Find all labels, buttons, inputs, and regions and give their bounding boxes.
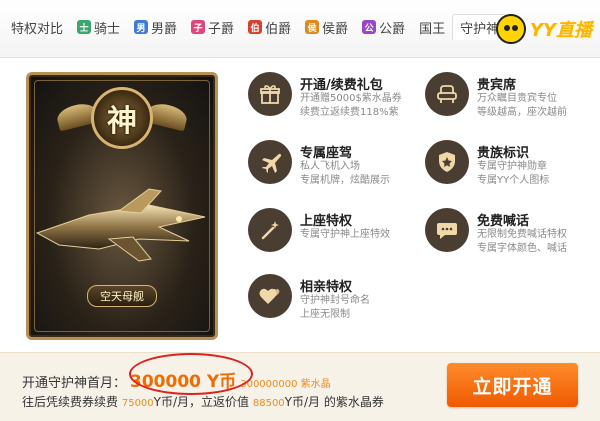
tab-list: 特权对比 士骑士 男男爵 子子爵 伯伯爵 侯侯爵 公公爵 国王 守护神 bbox=[4, 14, 508, 40]
hearts-icon bbox=[248, 274, 292, 318]
feature-desc: 上座无限制 bbox=[300, 309, 350, 320]
tab-label: 骑士 bbox=[94, 21, 121, 37]
tab-label: 守护神 bbox=[460, 22, 500, 37]
feature-free-shout: 免费喊话 无限制免费喊话特权 专属字体颜色、喊话 bbox=[425, 208, 600, 268]
renew-suffix: Y币/月 的紫水晶券 bbox=[284, 395, 384, 409]
armchair-icon bbox=[425, 72, 469, 116]
feature-desc: 专属守护神勋章 bbox=[477, 161, 547, 172]
feature-desc: 专属YY个人图标 bbox=[477, 175, 550, 186]
crystal-amount: 300000000 紫水晶 bbox=[240, 379, 331, 390]
feature-exclusive-vehicle: 专属座驾 私人飞机入场 专属机牌，炫酷展示 bbox=[248, 140, 423, 200]
tab-marquis[interactable]: 侯侯爵 bbox=[298, 14, 355, 40]
feature-seat-privilege: 上座特权 专属守护神上座特效 bbox=[248, 208, 423, 268]
tab-baron[interactable]: 男男爵 bbox=[127, 14, 184, 40]
shield-icon bbox=[425, 140, 469, 184]
gift-icon bbox=[248, 72, 292, 116]
renew-price: 75000 bbox=[121, 398, 154, 409]
feature-gift-pack: 开通/续费礼包 开通赠5000$紫水晶券 续费立返续费118%紫 bbox=[248, 72, 423, 132]
magic-wand-icon bbox=[248, 208, 292, 252]
feature-desc: 万众瞩目贵宾专位 bbox=[477, 93, 557, 104]
feature-title: 专属座驾 bbox=[300, 146, 353, 161]
renewal-info: 往后凭续费券续费 75000Y币/月，立返价值 88500Y币/月 的紫水晶券 bbox=[22, 393, 384, 410]
duke-badge-icon: 公 bbox=[362, 20, 377, 34]
tab-label: 国王 bbox=[419, 21, 446, 37]
feature-desc: 私人飞机入场 bbox=[300, 161, 360, 172]
feature-desc: 专属守护神上座特效 bbox=[300, 229, 390, 240]
earl-badge-icon: 伯 bbox=[248, 20, 263, 34]
feature-title: 免费喊话 bbox=[477, 214, 530, 229]
yy-logo-text: YY直播 bbox=[529, 20, 592, 41]
red-circle-annotation bbox=[129, 353, 253, 395]
tab-king[interactable]: 国王 bbox=[412, 14, 452, 40]
open-now-button[interactable]: 立即开通 bbox=[447, 363, 578, 407]
tab-label: 特权对比 bbox=[11, 21, 64, 37]
tab-label: 公爵 bbox=[379, 21, 406, 37]
feature-desc: 专属机牌，炫酷展示 bbox=[300, 175, 390, 186]
ship-name-label: 空天母舰 bbox=[87, 285, 157, 307]
tab-duke[interactable]: 公公爵 bbox=[355, 14, 412, 40]
feature-title: 贵族标识 bbox=[477, 146, 530, 161]
tab-label: 伯爵 bbox=[265, 21, 292, 37]
first-month-label: 开通守护神首月： bbox=[22, 376, 127, 391]
emblem-char: 神 bbox=[107, 104, 137, 139]
purchase-bar: 开通守护神首月： 300000 Y币 300000000 紫水晶 往后凭续费券续… bbox=[0, 352, 600, 421]
chat-bubble-icon bbox=[425, 208, 469, 252]
tab-compare[interactable]: 特权对比 bbox=[4, 14, 70, 40]
renew-mid: Y币/月，立返价值 bbox=[153, 395, 250, 409]
renew-value: 88500 bbox=[252, 398, 285, 409]
renew-prefix: 往后凭续费券续费 bbox=[22, 395, 119, 409]
feature-title: 贵宾席 bbox=[477, 78, 517, 93]
baron-badge-icon: 男 bbox=[134, 20, 149, 34]
feature-desc: 续费立返续费118%紫 bbox=[300, 107, 399, 118]
tab-knight[interactable]: 士骑士 bbox=[70, 14, 127, 40]
tab-label: 男爵 bbox=[151, 21, 178, 37]
yy-logo: YY直播 bbox=[495, 14, 592, 44]
tab-bar: 特权对比 士骑士 男男爵 子子爵 伯伯爵 侯侯爵 公公爵 国王 守护神 YY直播 bbox=[0, 0, 600, 58]
guardian-card: 神 空天母舰 bbox=[26, 72, 218, 340]
yy-mascot-icon bbox=[495, 14, 526, 44]
feature-noble-badge: 贵族标识 专属守护神勋章 专属YY个人图标 bbox=[425, 140, 600, 200]
feature-desc: 无限制免费喊话特权 bbox=[477, 229, 567, 240]
spaceship-icon bbox=[35, 188, 206, 262]
feature-desc: 专属字体颜色、喊话 bbox=[477, 243, 567, 254]
tab-label: 子爵 bbox=[208, 21, 235, 37]
feature-desc: 等级越高，座次越前 bbox=[477, 107, 567, 118]
feature-desc: 守护神封号命名 bbox=[300, 295, 370, 306]
feature-title: 上座特权 bbox=[300, 214, 353, 229]
tab-viscount[interactable]: 子子爵 bbox=[184, 14, 241, 40]
marquis-badge-icon: 侯 bbox=[305, 20, 320, 34]
knight-badge-icon: 士 bbox=[77, 20, 92, 34]
feature-desc: 开通赠5000$紫水晶券 bbox=[300, 93, 402, 104]
tab-earl[interactable]: 伯伯爵 bbox=[241, 14, 298, 40]
guardian-emblem-icon: 神 bbox=[91, 87, 153, 149]
viscount-badge-icon: 子 bbox=[191, 20, 206, 34]
airplane-icon bbox=[248, 140, 292, 184]
feature-vip-seat: 贵宾席 万众瞩目贵宾专位 等级越高，座次越前 bbox=[425, 72, 600, 132]
feature-title: 开通/续费礼包 bbox=[300, 78, 383, 93]
feature-dating-privilege: 相亲特权 守护神封号命名 上座无限制 bbox=[248, 274, 423, 334]
tab-label: 侯爵 bbox=[322, 21, 349, 37]
feature-title: 相亲特权 bbox=[300, 280, 353, 295]
